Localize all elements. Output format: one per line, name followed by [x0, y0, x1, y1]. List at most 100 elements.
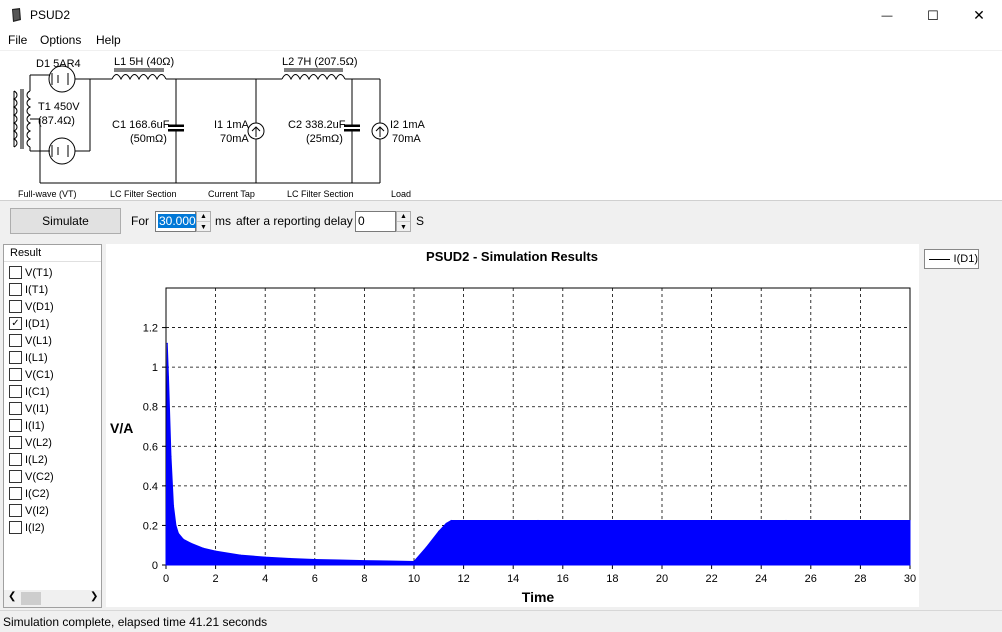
- x-tick-label: 24: [755, 573, 767, 585]
- result-item[interactable]: V(L2): [9, 434, 52, 451]
- label-d1: D1 5AR4: [36, 58, 81, 70]
- result-label: I(L2): [25, 453, 48, 466]
- result-checkbox[interactable]: [9, 521, 22, 534]
- result-label: V(L2): [25, 436, 52, 449]
- y-tick-label: 0.8: [143, 402, 158, 414]
- result-checkbox[interactable]: [9, 453, 22, 466]
- result-checkbox[interactable]: [9, 436, 22, 449]
- status-bar: Simulation complete, elapsed time 41.21 …: [0, 610, 1002, 632]
- result-item[interactable]: I(L1): [9, 349, 48, 366]
- delay-value: 0: [358, 214, 365, 228]
- data-point: [438, 530, 440, 532]
- section-label: Load: [391, 189, 411, 199]
- result-label: I(L1): [25, 351, 48, 364]
- data-point: [450, 519, 452, 522]
- result-item[interactable]: V(C2): [9, 468, 54, 485]
- result-checkbox[interactable]: [9, 368, 22, 381]
- x-tick-label: 14: [507, 573, 519, 585]
- result-checkbox[interactable]: [9, 334, 22, 347]
- inductor-l1: [111, 74, 167, 81]
- result-item[interactable]: V(I1): [9, 400, 49, 417]
- horizontal-scrollbar[interactable]: ❮ ❯: [4, 590, 101, 607]
- result-checkbox[interactable]: [9, 351, 22, 364]
- label-t1-res: (87.4Ω): [38, 115, 75, 127]
- x-tick-label: 20: [656, 573, 668, 585]
- data-point: [172, 505, 175, 507]
- result-label: I(I1): [25, 419, 45, 432]
- duration-input[interactable]: 30.000: [155, 211, 197, 232]
- data-point: [463, 519, 465, 522]
- result-checkbox[interactable]: [9, 385, 22, 398]
- circuit-schematic[interactable]: D1 5AR4 T1 450V (87.4Ω) L1 5H (40Ω) L2 7…: [0, 51, 1002, 201]
- spinner-up-icon[interactable]: ▲: [397, 212, 410, 222]
- result-checkbox[interactable]: [9, 283, 22, 296]
- close-button[interactable]: ✕: [956, 0, 1002, 31]
- minimize-button[interactable]: —: [864, 0, 910, 31]
- simulate-button[interactable]: Simulate: [10, 208, 121, 234]
- scroll-thumb[interactable]: [21, 592, 41, 605]
- y-tick-label: 1.2: [143, 323, 158, 335]
- result-checkbox[interactable]: [9, 470, 22, 483]
- result-label: V(C2): [25, 470, 54, 483]
- data-point: [339, 559, 341, 561]
- data-point: [177, 532, 179, 534]
- duration-spinner[interactable]: ▲ ▼: [196, 211, 211, 232]
- result-item[interactable]: V(D1): [9, 298, 54, 315]
- result-item[interactable]: V(T1): [9, 264, 53, 281]
- menu-bar: File Options Help: [0, 31, 1002, 51]
- result-item[interactable]: I(C1): [9, 383, 49, 400]
- result-item[interactable]: V(C1): [9, 366, 54, 383]
- scroll-right-icon[interactable]: ❯: [90, 591, 98, 602]
- result-item[interactable]: I(C2): [9, 485, 49, 502]
- status-text: Simulation complete, elapsed time 41.21 …: [3, 615, 268, 629]
- data-point: [289, 557, 291, 560]
- spinner-down-icon[interactable]: ▼: [397, 222, 410, 232]
- result-checkbox[interactable]: [9, 487, 22, 500]
- menu-options[interactable]: Options: [40, 33, 81, 47]
- result-checkbox[interactable]: [9, 402, 22, 415]
- result-checkbox[interactable]: [9, 419, 22, 432]
- section-label: LC Filter Section: [110, 189, 177, 199]
- data-point: [182, 538, 184, 540]
- result-label: I(C2): [25, 487, 50, 500]
- x-tick-label: 2: [213, 573, 219, 585]
- result-list[interactable]: Result V(T1) I(T1) V(D1) ✓ I(D1) V(L1) I(L1) V(…: [3, 244, 102, 608]
- result-column-header[interactable]: Result: [4, 245, 101, 262]
- title-bar: PSUD2 — ☐ ✕: [0, 0, 1002, 31]
- result-label: I(T1): [25, 283, 49, 296]
- menu-file[interactable]: File: [8, 33, 27, 47]
- data-point: [167, 376, 170, 378]
- result-item[interactable]: I(I2): [9, 519, 45, 536]
- result-checkbox[interactable]: [9, 266, 22, 279]
- result-item[interactable]: I(I1): [9, 417, 45, 434]
- result-item[interactable]: I(L2): [9, 451, 48, 468]
- data-point: [909, 519, 911, 522]
- data-point: [165, 564, 167, 566]
- result-checkbox[interactable]: [9, 300, 22, 313]
- delay-input[interactable]: 0: [355, 211, 396, 232]
- window-title: PSUD2: [30, 8, 71, 22]
- x-tick-label: 26: [805, 573, 817, 585]
- result-item[interactable]: V(L1): [9, 332, 52, 349]
- maximize-button[interactable]: ☐: [910, 0, 956, 31]
- menu-help[interactable]: Help: [96, 33, 121, 47]
- result-checkbox[interactable]: [9, 504, 22, 517]
- result-item[interactable]: I(T1): [9, 281, 48, 298]
- y-tick-label: 0.6: [143, 441, 158, 453]
- maximize-icon: ☐: [927, 7, 939, 23]
- spinner-down-icon[interactable]: ▼: [197, 222, 210, 232]
- result-label: V(I1): [25, 402, 49, 415]
- ms-label: ms: [215, 214, 231, 228]
- scroll-left-icon[interactable]: ❮: [8, 591, 16, 602]
- label-c2-res: (25mΩ): [306, 133, 343, 145]
- result-item[interactable]: ✓ I(D1): [9, 315, 49, 332]
- result-item[interactable]: V(I2): [9, 502, 49, 519]
- result-checkbox[interactable]: ✓: [9, 317, 22, 330]
- x-axis-label: Time: [522, 589, 555, 605]
- label-i1: I1 1mA: [214, 119, 250, 131]
- data-point: [445, 522, 447, 525]
- spinner-up-icon[interactable]: ▲: [197, 212, 210, 222]
- data-point: [202, 547, 204, 549]
- delay-spinner[interactable]: ▲ ▼: [396, 211, 411, 232]
- chart-legend: I(D1): [924, 249, 979, 269]
